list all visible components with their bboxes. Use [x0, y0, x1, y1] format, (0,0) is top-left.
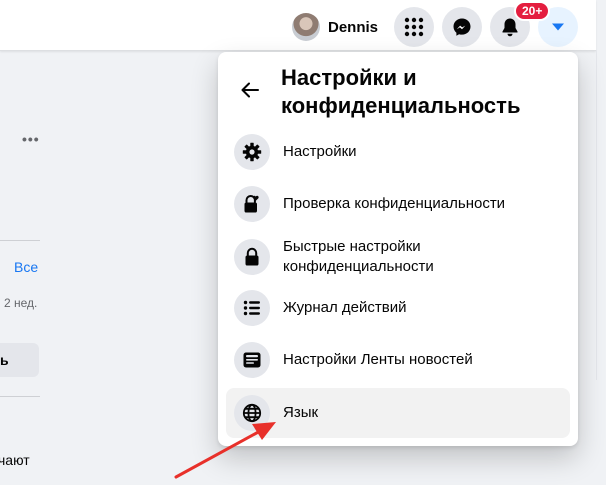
menu-item-news-feed-settings[interactable]: Настройки Ленты новостей — [226, 340, 570, 380]
post-time: 2 нед. — [4, 296, 38, 310]
panel-title: Настройки и конфиденциальность — [281, 65, 521, 118]
menu-icon-wrap — [234, 134, 270, 170]
divider — [0, 240, 40, 241]
more-options-icon[interactable]: ••• — [22, 131, 40, 147]
menu-item-privacy-checkup[interactable]: Проверка конфиденциальности — [226, 184, 570, 224]
menu-icon-wrap — [234, 239, 270, 275]
profile-button[interactable]: Dennis — [288, 9, 388, 45]
gear-icon — [242, 142, 262, 162]
menu-icon-wrap — [234, 186, 270, 222]
menu-item-label: Настройки Ленты новостей — [283, 351, 473, 368]
feed-action-button-label: ь — [0, 352, 9, 368]
menu-item-privacy-shortcuts[interactable]: Быстрые настройки конфиденциальности — [226, 232, 570, 282]
caret-down-icon — [552, 23, 564, 31]
menu-grid-button[interactable] — [394, 7, 434, 47]
scrollbar[interactable] — [596, 50, 606, 380]
top-nav-bar: Dennis — [0, 0, 596, 51]
menu-item-label: Настройки — [283, 143, 357, 160]
grid-icon — [404, 17, 424, 37]
menu-item-label: Быстрые настройки конфиденциальности — [283, 238, 434, 275]
avatar — [292, 13, 320, 41]
menu-item-activity-log[interactable]: Журнал действий — [226, 288, 570, 328]
globe-icon — [242, 403, 262, 423]
feed-text-fragment: чают — [0, 452, 30, 468]
settings-privacy-panel: Настройки и конфиденциальность Настройки… — [218, 52, 578, 446]
arrow-left-icon — [241, 82, 259, 98]
facebook-page: Dennis 20+ ••• Все 2 нед. ь чают Настрой… — [0, 0, 606, 485]
see-all-link[interactable]: Все — [14, 259, 38, 275]
back-button[interactable] — [232, 72, 268, 108]
menu-item-label: Проверка конфиденциальности — [283, 195, 506, 212]
feed-action-button[interactable]: ь — [0, 343, 39, 377]
bell-icon — [502, 18, 518, 37]
menu-item-language[interactable]: Язык — [226, 388, 570, 438]
list-icon — [243, 300, 260, 316]
lock-heart-icon — [244, 195, 259, 213]
menu-icon-wrap — [234, 342, 270, 378]
menu-icon-wrap — [234, 290, 270, 326]
menu-item-label: Журнал действий — [283, 299, 407, 316]
profile-name: Dennis — [328, 18, 379, 36]
messenger-icon — [453, 18, 471, 36]
menu-item-settings[interactable]: Настройки — [226, 132, 570, 172]
news-feed-icon — [243, 352, 261, 368]
notifications-badge: 20+ — [514, 1, 551, 21]
menu-icon-wrap — [234, 395, 270, 431]
divider — [0, 396, 40, 397]
messenger-button[interactable] — [442, 7, 482, 47]
lock-icon — [245, 247, 259, 266]
menu-item-label: Язык — [283, 404, 319, 421]
